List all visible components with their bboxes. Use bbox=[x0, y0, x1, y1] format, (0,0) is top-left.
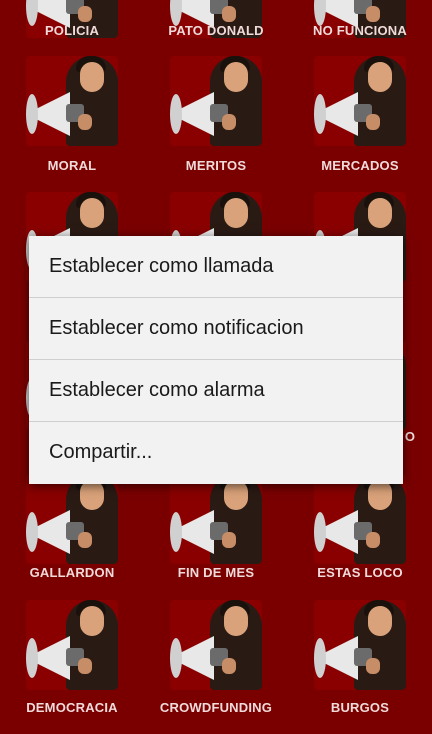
speaker-image bbox=[26, 600, 118, 690]
sound-cell-crowdfunding[interactable]: CROWDFUNDING bbox=[144, 598, 288, 734]
sound-label: MORAL bbox=[47, 158, 97, 173]
speaker-image bbox=[314, 600, 406, 690]
menu-item-share[interactable]: Compartir... bbox=[29, 422, 403, 483]
sound-label: ESTAS LOCO bbox=[317, 565, 403, 580]
speaker-image bbox=[170, 56, 262, 146]
sound-label: POLICIA bbox=[44, 23, 100, 38]
menu-item-set-alarm[interactable]: Establecer como alarma bbox=[29, 360, 403, 421]
sound-label: PATO DONALD bbox=[168, 23, 264, 38]
speaker-image bbox=[170, 474, 262, 564]
sound-cell-burgos[interactable]: BURGOS bbox=[288, 598, 432, 734]
sound-label: BURGOS bbox=[330, 700, 390, 715]
sound-label: CROWDFUNDING bbox=[159, 700, 273, 715]
sound-cell-pato-donald[interactable]: PATO DONALD bbox=[144, 0, 288, 38]
context-menu-dialog: Establecer como llamada Establecer como … bbox=[29, 236, 403, 484]
sound-cell-mercados[interactable]: MERCADOS bbox=[288, 56, 432, 192]
speaker-image bbox=[170, 600, 262, 690]
sound-label: MERCADOS bbox=[321, 158, 399, 173]
sound-label: FIN DE MES bbox=[177, 565, 255, 580]
menu-item-set-ringtone[interactable]: Establecer como llamada bbox=[29, 236, 403, 297]
speaker-image bbox=[26, 474, 118, 564]
sound-label: MERITOS bbox=[185, 158, 247, 173]
sound-cell-policia[interactable]: POLICIA bbox=[0, 0, 144, 38]
menu-item-set-notification[interactable]: Establecer como notificacion bbox=[29, 298, 403, 359]
speaker-image bbox=[314, 56, 406, 146]
speaker-image bbox=[26, 56, 118, 146]
sound-label: GALLARDON bbox=[29, 565, 115, 580]
sound-cell-estas-loco[interactable]: ESTAS LOCO bbox=[288, 474, 432, 610]
sound-label: DEMOCRACIA bbox=[26, 700, 118, 715]
sound-cell-fin-de-mes[interactable]: FIN DE MES bbox=[144, 474, 288, 610]
sound-cell-democracia[interactable]: DEMOCRACIA bbox=[0, 598, 144, 734]
sound-cell-no-funciona[interactable]: NO FUNCIONA bbox=[288, 0, 432, 38]
speaker-image bbox=[314, 474, 406, 564]
sound-cell-moral[interactable]: MORAL bbox=[0, 56, 144, 192]
sound-label: NO FUNCIONA bbox=[313, 23, 407, 38]
sound-cell-meritos[interactable]: MERITOS bbox=[144, 56, 288, 192]
sound-cell-gallardon[interactable]: GALLARDON bbox=[0, 474, 144, 610]
